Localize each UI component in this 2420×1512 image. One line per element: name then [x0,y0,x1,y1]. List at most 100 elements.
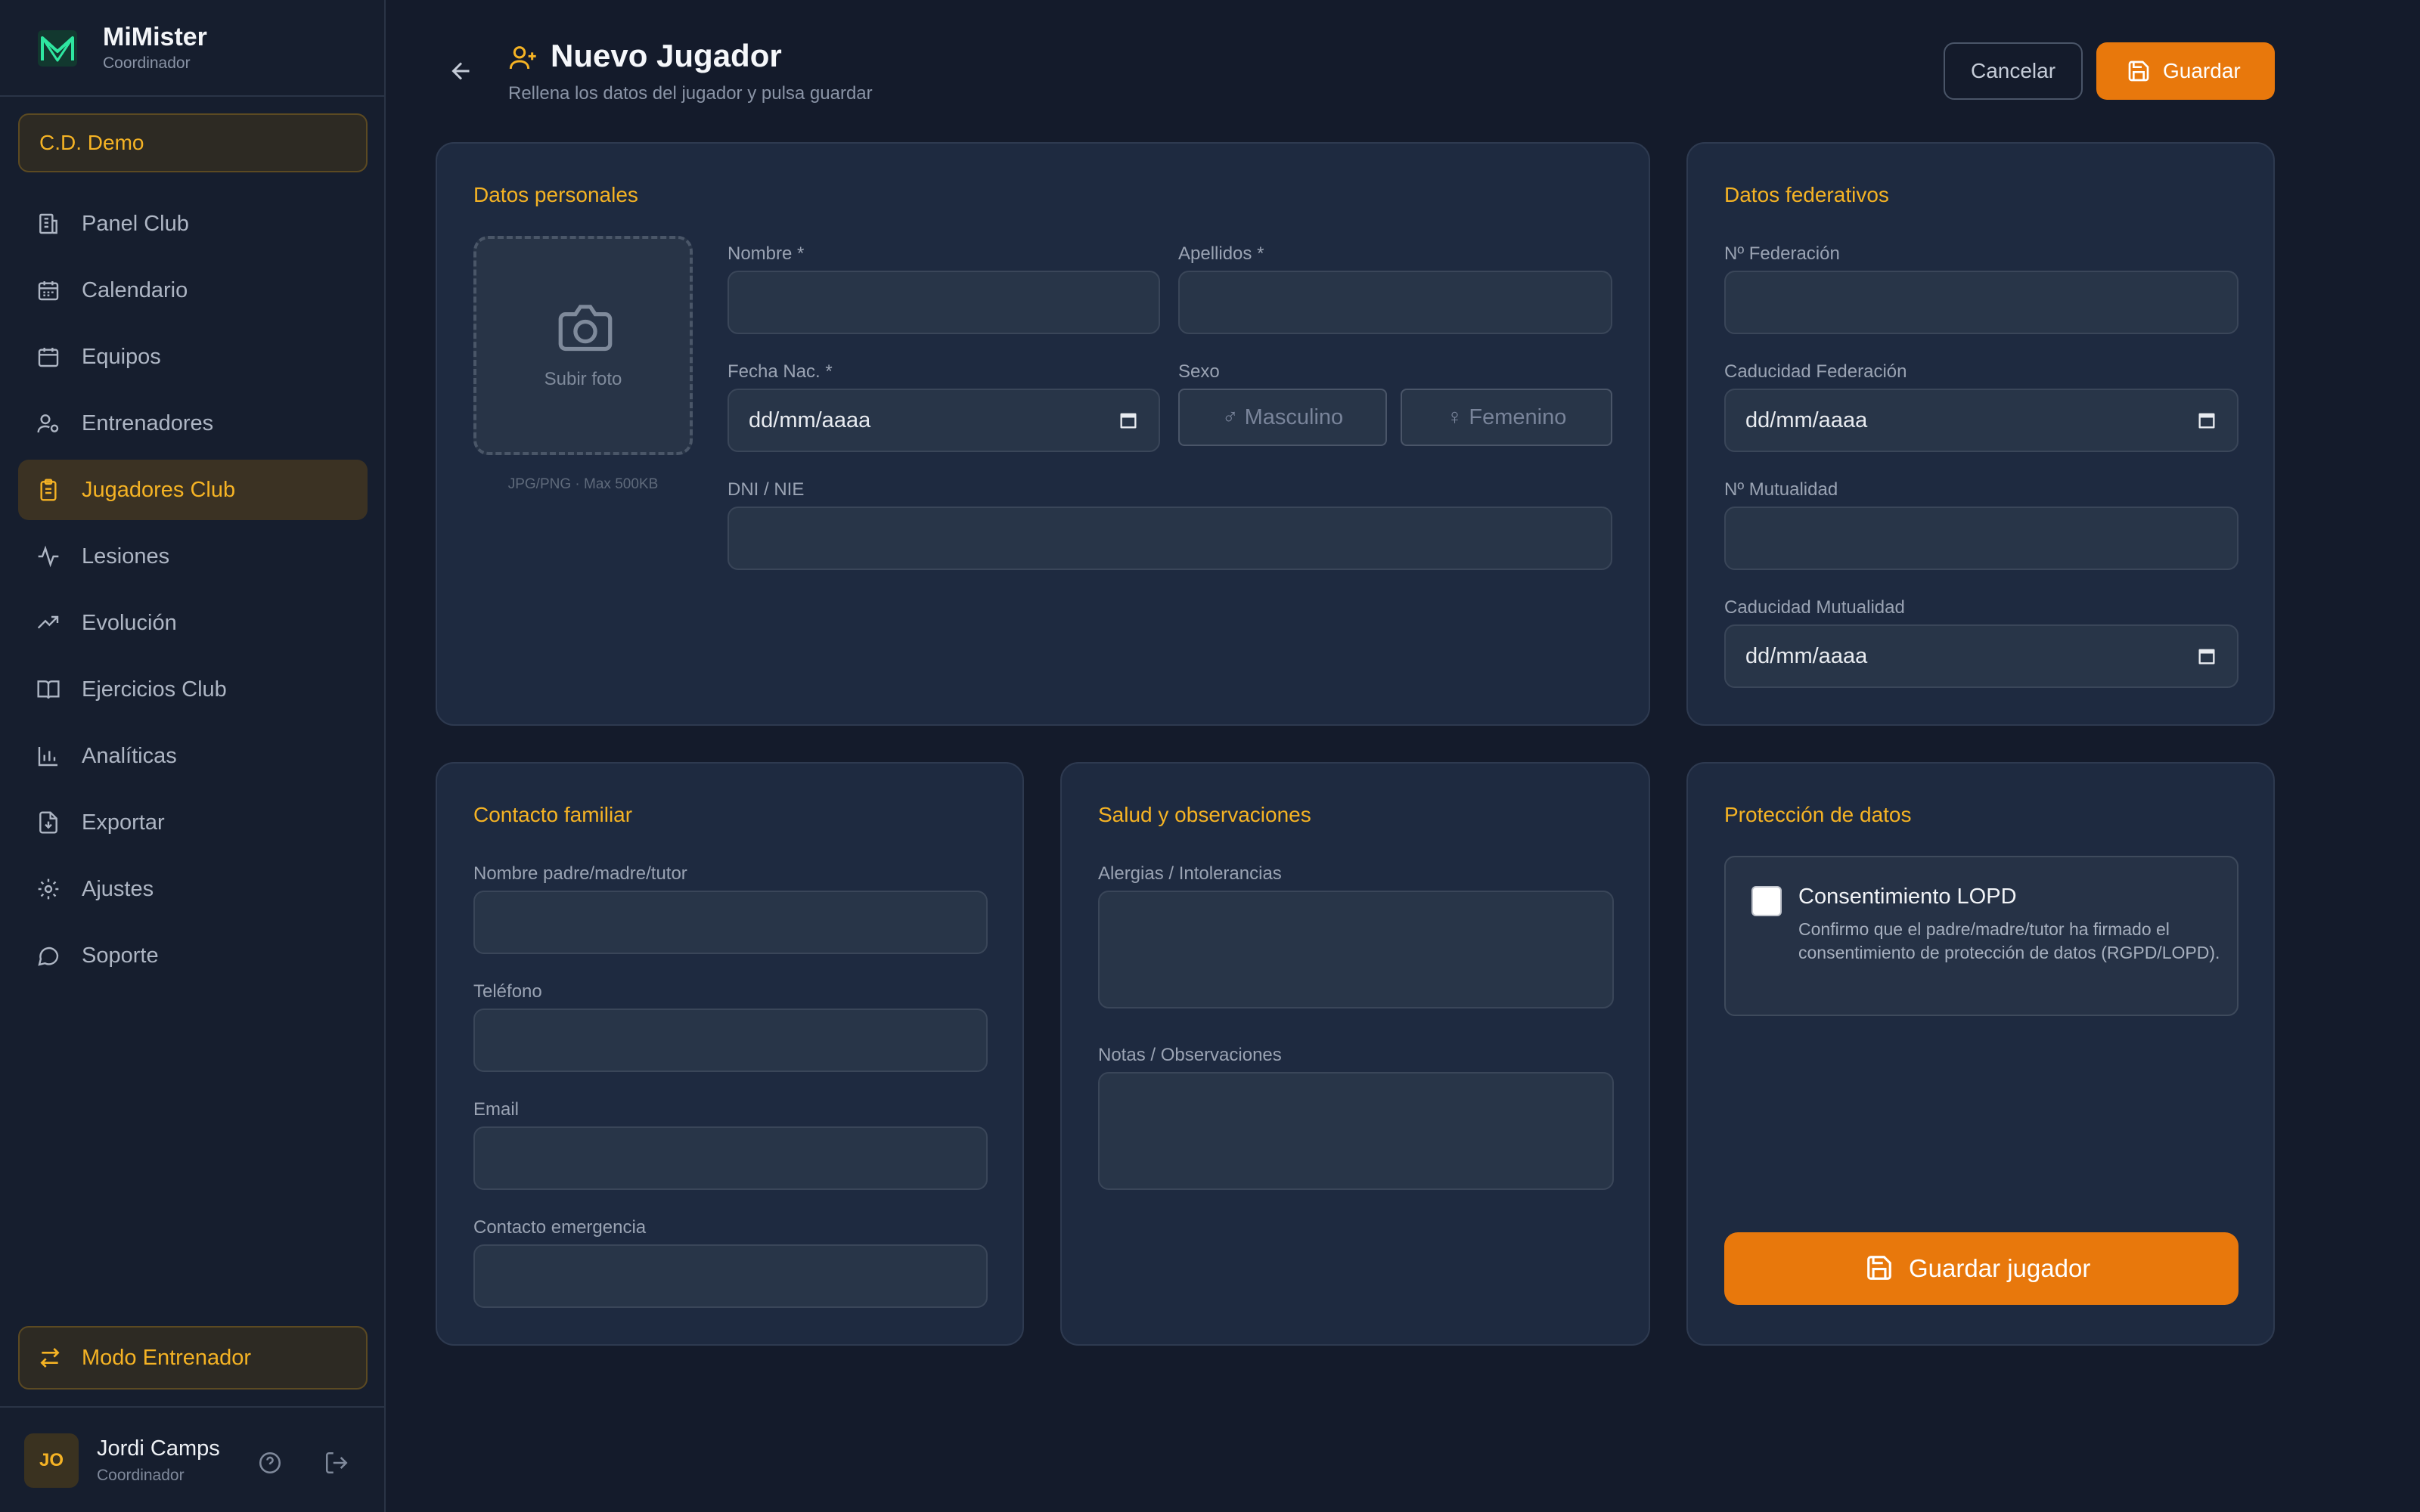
save-button[interactable]: Guardar [2096,42,2275,100]
sidebar-item-evolucion[interactable]: Evolución [18,593,368,653]
back-arrow-icon[interactable] [448,57,475,85]
fed-exp-input[interactable]: dd/mm/aaaa [1724,389,2238,452]
telefono-label: Teléfono [473,981,542,1002]
save-icon [1867,1256,1891,1280]
sidebar-item-lesiones[interactable]: Lesiones [18,526,368,587]
federation-data-card: Datos federativos Nº Federación Caducida… [1686,142,2275,726]
coach-mode-label: Modo Entrenador [82,1346,252,1370]
sidebar-item-label: Jugadores Club [82,478,236,502]
bar-chart-icon [38,747,57,767]
emergencia-input[interactable] [473,1244,988,1308]
sexo-masculino-button[interactable]: ♂ Masculino [1178,389,1387,446]
user-area: JO Jordi Camps Coordinador [0,1406,384,1512]
sidebar-item-calendario[interactable]: Calendario [18,260,368,321]
dni-input[interactable] [728,507,1612,570]
fed-num-label: Nº Federación [1724,243,1840,264]
card-title: Datos personales [473,183,638,206]
save-player-button[interactable]: Guardar jugador [1724,1232,2238,1305]
notas-textarea[interactable] [1098,1072,1614,1190]
sidebar-item-analiticas[interactable]: Analíticas [18,726,368,786]
sidebar-item-label: Calendario [82,278,188,302]
fecha-nac-value: dd/mm/aaaa [749,408,871,432]
save-icon [2128,60,2149,82]
email-input[interactable] [473,1126,988,1190]
brand: MiMister Coordinador [0,0,384,97]
health-card: Salud y observaciones Alergias / Intoler… [1060,762,1650,1346]
logout-icon[interactable] [324,1450,349,1476]
fed-exp-label: Caducidad Federación [1724,361,1907,382]
email-label: Email [473,1099,520,1120]
data-protection-card: Protección de datos Consentimiento LOPD … [1686,762,2275,1346]
calendar-icon[interactable] [2196,646,2217,667]
sidebar-item-panel-club[interactable]: Panel Club [18,194,368,254]
telefono-input[interactable] [473,1009,988,1072]
fed-num-input[interactable] [1724,271,2238,334]
club-selector[interactable]: C.D. Demo [18,113,368,172]
save-player-label: Guardar jugador [1909,1254,2091,1282]
avatar: JO [24,1433,79,1488]
nombre-input[interactable] [728,271,1160,334]
clipboard-icon [40,479,57,501]
trending-up-icon [37,615,59,629]
page-title: Nuevo Jugador [551,38,782,73]
building-icon [39,213,57,234]
activity-icon [38,545,59,568]
mut-num-input[interactable] [1724,507,2238,570]
mut-exp-input[interactable]: dd/mm/aaaa [1724,624,2238,688]
emergencia-label: Contacto emergencia [473,1217,647,1238]
page-subtitle: Rellena los datos del jugador y pulsa gu… [508,83,873,104]
apellidos-input[interactable] [1178,271,1612,334]
sidebar-item-soporte[interactable]: Soporte [18,925,368,986]
card-title: Protección de datos [1724,803,1912,826]
consent-text: Confirmo que el padre/madre/tutor ha fir… [1798,919,2220,962]
personal-data-card: Datos personales Subir foto JPG/PNG · Ma… [436,142,1650,726]
help-icon[interactable] [257,1450,283,1476]
book-icon [37,680,60,699]
brand-logo-icon [38,30,77,67]
file-download-icon [39,811,57,834]
sidebar-item-label: Analíticas [82,744,177,768]
consent-box: Consentimiento LOPD Confirmo que el padr… [1724,856,2238,1016]
calendar-icon [38,281,59,301]
calendar-icon[interactable] [1118,410,1139,431]
apellidos-label: Apellidos * [1178,243,1264,264]
camera-icon [558,305,613,352]
sexo-femenino-button[interactable]: ♀ Femenino [1401,389,1612,446]
gear-icon [38,878,59,900]
mut-exp-value: dd/mm/aaaa [1745,644,1868,668]
sidebar-item-label: Panel Club [82,212,189,236]
consent-title: Consentimiento LOPD [1798,885,2017,909]
alergias-label: Alergias / Intolerancias [1098,863,1282,884]
sidebar-item-ajustes[interactable]: Ajustes [18,859,368,919]
sidebar-item-jugadores-club[interactable]: Jugadores Club [18,460,368,520]
brand-role: Coordinador [103,54,191,72]
sidebar-item-entrenadores[interactable]: Entrenadores [18,393,368,454]
cancel-button[interactable]: Cancelar [1944,42,2083,100]
sidebar: MiMister Coordinador C.D. Demo Panel Clu… [0,0,386,1512]
family-contact-card: Contacto familiar Nombre padre/madre/tut… [436,762,1024,1346]
calendar-icon[interactable] [2196,410,2217,431]
alergias-textarea[interactable] [1098,891,1614,1009]
coach-mode-button[interactable]: Modo Entrenador [18,1326,368,1390]
sidebar-item-label: Exportar [82,810,165,835]
tutor-input[interactable] [473,891,988,954]
fecha-nac-input[interactable]: dd/mm/aaaa [728,389,1160,452]
sidebar-item-equipos[interactable]: Equipos [18,327,368,387]
sidebar-item-exportar[interactable]: Exportar [18,792,368,853]
mut-num-label: Nº Mutualidad [1724,479,1838,500]
sidebar-item-label: Entrenadores [82,411,214,435]
dni-label: DNI / NIE [728,479,805,500]
swap-icon [40,1348,60,1368]
sidebar-item-ejercicios-club[interactable]: Ejercicios Club [18,659,368,720]
calendar-icon [38,348,59,367]
tutor-label: Nombre padre/madre/tutor [473,863,687,884]
photo-upload[interactable]: Subir foto [473,236,693,455]
sidebar-nav: Panel Club Calendario Equipos Entrenador… [18,194,368,992]
sidebar-item-label: Ajustes [82,877,154,901]
save-button-label: Guardar [2163,59,2241,82]
consent-checkbox[interactable] [1751,886,1782,916]
sidebar-item-label: Equipos [82,345,161,369]
sidebar-item-label: Soporte [82,943,159,968]
card-title: Salud y observaciones [1098,803,1311,826]
notas-label: Notas / Observaciones [1098,1045,1282,1065]
